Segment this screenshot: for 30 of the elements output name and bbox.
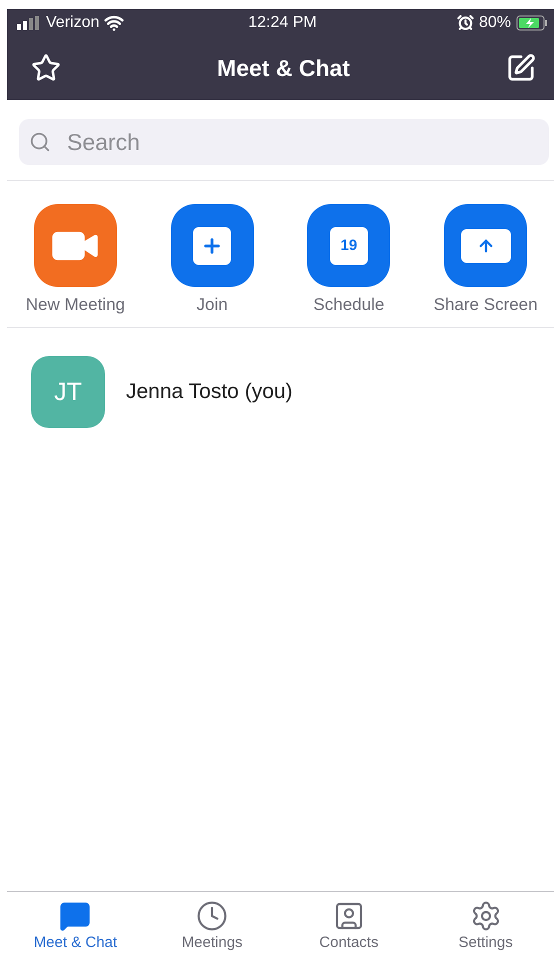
action-label: New Meeting <box>26 295 125 315</box>
battery-charging-icon <box>516 14 548 30</box>
action-tile[interactable] <box>170 204 254 287</box>
search-input[interactable]: Search <box>65 128 539 156</box>
screen-title: Meet & Chat <box>217 54 350 82</box>
action-tile[interactable] <box>444 204 528 287</box>
calendar-icon: 19 <box>330 226 368 264</box>
star-icon[interactable] <box>31 53 61 83</box>
tab[interactable]: Settings <box>417 900 554 953</box>
action-tile[interactable] <box>34 204 117 287</box>
tab[interactable]: Meet & Chat <box>7 900 144 953</box>
contact-name[interactable]: Jenna Tosto (you) <box>126 380 293 404</box>
action-label: Schedule <box>313 295 384 315</box>
tab[interactable]: Contacts <box>280 900 418 953</box>
avatar: JT <box>31 356 105 428</box>
search-icon <box>29 131 51 153</box>
carrier-name: Verizon <box>46 14 100 32</box>
search-field[interactable]: Search <box>19 119 549 165</box>
alarm-icon <box>456 14 474 31</box>
clock-icon <box>196 900 228 932</box>
signal-icon <box>17 16 41 30</box>
tab[interactable]: Meetings <box>144 900 280 953</box>
action-label: Join <box>196 295 228 315</box>
plus-icon <box>193 226 232 264</box>
action-label: Share Screen <box>434 295 538 315</box>
clock-time: 12:24 PM <box>248 14 317 32</box>
compose-icon[interactable] <box>506 53 536 83</box>
action-tile[interactable]: 19 <box>307 204 390 287</box>
chat-bubble-icon <box>59 900 92 932</box>
battery-percentage: 80% <box>478 14 511 32</box>
